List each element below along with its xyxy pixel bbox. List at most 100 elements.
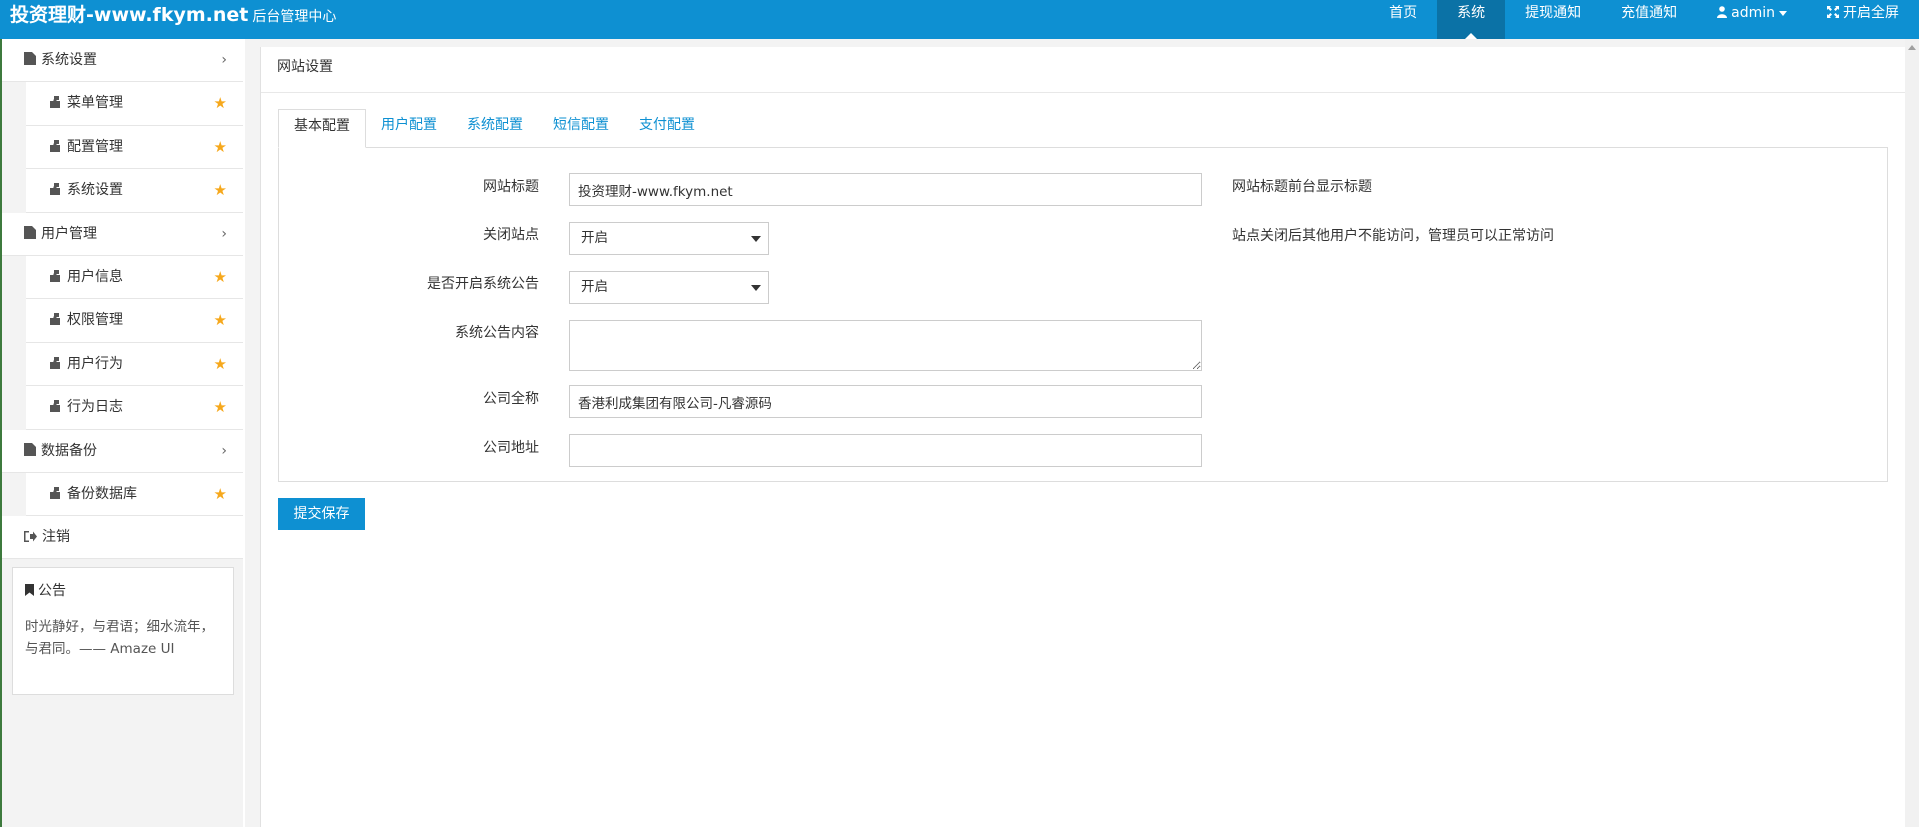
logout-icon (24, 531, 37, 542)
puzzle-icon (50, 313, 60, 325)
bookmark-icon (25, 584, 34, 596)
site-title-input[interactable] (569, 173, 1202, 206)
sidebar-item-label: 菜单管理 (67, 95, 123, 111)
logout-label: 注销 (42, 529, 70, 545)
notice-text: 时光静好，与君语；细水流年，与君同。—— Amaze UI (25, 619, 214, 657)
top-header: 投资理财-www.fkym.net 后台管理中心 首页 系统 提现通知 充值通知 … (0, 0, 1919, 39)
sidebar-item-label: 行为日志 (67, 399, 123, 415)
chevron-right-icon: › (221, 52, 227, 68)
puzzle-icon (50, 269, 60, 282)
sidebar-item-backup-database[interactable]: 备份数据库 ★ (26, 472, 243, 516)
puzzle-icon (50, 139, 60, 152)
dropdown-arrow-icon (751, 236, 761, 242)
notice-content-textarea[interactable] (569, 320, 1202, 371)
enable-notice-select[interactable]: 开启 (569, 271, 769, 304)
tab-user-config[interactable]: 用户配置 (366, 109, 452, 148)
sidebar-item-logout[interactable]: 注销 (2, 516, 243, 559)
scroll-up-arrow-icon[interactable] (1908, 45, 1916, 50)
star-icon: ★ (213, 94, 227, 112)
sidebar-item-label: 备份数据库 (67, 485, 137, 502)
content-panel: 网站设置 基本配置 用户配置 系统配置 短信配置 支付配置 网站标题 网站标题前… (260, 47, 1905, 827)
sidebar-group-label: 系统设置 (41, 52, 97, 68)
close-site-value: 开启 (581, 230, 608, 246)
notice-title-text: 公告 (38, 583, 66, 599)
close-site-label: 关闭站点 (483, 227, 539, 243)
basic-config-panel: 网站标题 网站标题前台显示标题 关闭站点 开启 站点关闭后其他用户不能访问，管理… (278, 147, 1888, 482)
brand[interactable]: 投资理财-www.fkym.net 后台管理中心 (10, 0, 336, 31)
main-area: 网站设置 基本配置 用户配置 系统配置 短信配置 支付配置 网站标题 网站标题前… (245, 39, 1919, 827)
star-icon: ★ (213, 137, 227, 156)
sidebar-item-user-info[interactable]: 用户信息 ★ (26, 255, 243, 299)
brand-subtitle: 后台管理中心 (252, 9, 337, 25)
config-tabs: 基本配置 用户配置 系统配置 短信配置 支付配置 (278, 109, 710, 148)
tab-system-config[interactable]: 系统配置 (452, 109, 538, 148)
puzzle-icon (50, 356, 60, 369)
tab-sms-config[interactable]: 短信配置 (538, 109, 624, 148)
sidebar-item-behavior-log[interactable]: 行为日志 ★ (26, 386, 243, 430)
sidebar-item-system-settings[interactable]: 系统设置 ★ (26, 169, 243, 213)
sidebar-item-user-behavior[interactable]: 用户行为 ★ (26, 342, 243, 386)
file-icon (24, 442, 36, 456)
close-site-help: 站点关闭后其他用户不能访问，管理员可以正常访问 (1232, 228, 1554, 244)
enable-notice-value: 开启 (581, 279, 608, 295)
company-address-input[interactable] (569, 434, 1202, 467)
dropdown-arrow-icon (751, 285, 761, 291)
site-title-help: 网站标题前台显示标题 (1232, 179, 1372, 195)
notice-content-label: 系统公告内容 (455, 325, 539, 341)
top-nav: 首页 系统 提现通知 充值通知 admin 开启全屏 (1369, 0, 1919, 39)
sidebar-group-system-settings[interactable]: 系统设置 › (2, 39, 243, 82)
notice-title: 公告 (25, 582, 221, 600)
nav-withdraw-notice[interactable]: 提现通知 (1505, 0, 1601, 39)
sidebar-item-label: 用户行为 (67, 355, 123, 372)
user-menu[interactable]: admin (1697, 0, 1807, 39)
sidebar-group-data-backup[interactable]: 数据备份 › (2, 429, 243, 473)
sidebar-group-label: 用户管理 (41, 225, 97, 242)
sidebar-group-label: 数据备份 (41, 442, 97, 459)
puzzle-icon (50, 183, 60, 195)
sidebar-item-label: 系统设置 (67, 182, 123, 198)
nav-recharge-notice[interactable]: 充值通知 (1601, 0, 1697, 39)
sidebar-item-permissions[interactable]: 权限管理 ★ (26, 299, 243, 343)
fullscreen-icon (1827, 6, 1839, 18)
site-title-label: 网站标题 (483, 179, 539, 195)
chevron-right-icon: › (221, 442, 227, 459)
sidebar-item-menu-management[interactable]: 菜单管理 ★ (26, 82, 243, 126)
fullscreen-label: 开启全屏 (1843, 5, 1899, 21)
notice-panel: 公告 时光静好，与君语；细水流年，与君同。—— Amaze UI (12, 567, 234, 695)
star-icon: ★ (213, 267, 227, 286)
sidebar-item-label: 用户信息 (67, 268, 123, 285)
user-icon (1717, 6, 1728, 18)
fullscreen-button[interactable]: 开启全屏 (1807, 0, 1919, 39)
chevron-down-icon (1779, 10, 1787, 16)
puzzle-icon (50, 400, 60, 412)
tab-basic-config[interactable]: 基本配置 (278, 109, 366, 148)
company-address-label: 公司地址 (483, 440, 539, 456)
enable-notice-label: 是否开启系统公告 (427, 276, 539, 292)
sidebar-item-config-management[interactable]: 配置管理 ★ (26, 125, 243, 169)
star-icon: ★ (213, 181, 227, 199)
company-name-label: 公司全称 (483, 391, 539, 407)
star-icon: ★ (213, 398, 227, 416)
nav-system[interactable]: 系统 (1437, 0, 1506, 39)
chevron-right-icon: › (221, 225, 227, 242)
file-icon (24, 225, 36, 239)
company-name-input[interactable] (569, 385, 1202, 418)
sidebar-item-label: 配置管理 (67, 138, 123, 155)
page-title: 网站设置 (261, 47, 1905, 93)
puzzle-icon (50, 486, 60, 499)
star-icon: ★ (213, 354, 227, 373)
puzzle-icon (50, 96, 60, 108)
sidebar-group-user-management[interactable]: 用户管理 › (2, 212, 243, 256)
star-icon: ★ (213, 311, 227, 329)
file-icon (24, 52, 36, 65)
user-name: admin (1731, 5, 1775, 21)
submit-save-button[interactable]: 提交保存 (278, 498, 365, 530)
brand-name: 投资理财-www.fkym.net (10, 4, 249, 26)
star-icon: ★ (213, 484, 227, 503)
scrollbar[interactable] (1905, 39, 1919, 827)
close-site-select[interactable]: 开启 (569, 222, 769, 255)
sidebar: 系统设置 › 菜单管理 ★ 配置管理 ★ 系统设置 ★ 用户管理 › 用户信息 … (0, 39, 243, 827)
sidebar-item-label: 权限管理 (67, 312, 123, 328)
tab-payment-config[interactable]: 支付配置 (624, 109, 710, 148)
nav-home[interactable]: 首页 (1369, 0, 1437, 39)
